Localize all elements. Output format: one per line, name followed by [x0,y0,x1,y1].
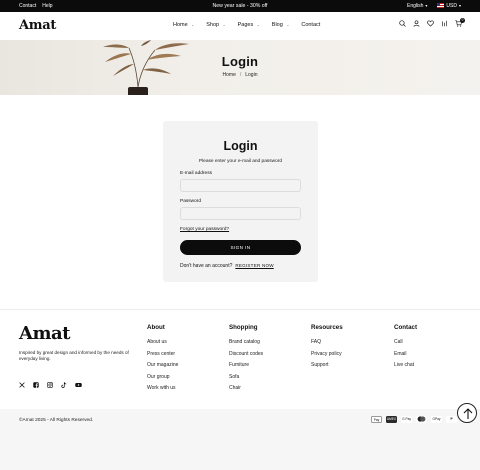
no-account-text: Don't have an account? [180,263,233,269]
nav-label: Blog [271,22,283,28]
top-bar: Contact Help New year sale - 30% off Eng… [0,0,480,12]
login-subtitle: Please enter your e-mail and password [198,159,283,164]
breadcrumb-current: Login [245,72,258,78]
footer-link[interactable]: Press center [147,351,178,363]
x-icon[interactable] [19,375,25,393]
footer-column-title: Shopping [229,324,258,331]
nav-item-pages[interactable]: Pages ⌄ [238,22,260,28]
login-card: Login Please enter your e-mail and passw… [163,121,318,282]
back-to-top-button[interactable] [457,403,477,423]
nav-label: Home [173,22,188,28]
nav-item-shop[interactable]: Shop ⌄ [206,22,225,28]
footer-column-resources: Resources FAQ Privacy policy Support [311,324,343,374]
sign-in-button[interactable]: SIGN IN [180,240,301,255]
nav-item-home[interactable]: Home ⌄ [173,22,194,28]
main-nav: Home ⌄ Shop ⌄ Pages ⌄ Blog ⌄ Contact [173,22,320,28]
cart-count-badge: 0 [460,18,465,23]
nav-label: Shop [206,22,220,28]
search-icon[interactable] [399,20,406,27]
footer-bottom-bar: ©Amat 2025 - All Rights Reserved. Pay AM… [0,409,480,470]
facebook-icon[interactable] [33,375,39,393]
login-title: Login [223,139,258,153]
header-icons: 0 [399,18,465,27]
forgot-password-link[interactable]: Forgot your password? [180,227,229,232]
footer-tagline: Inspired by great design and informed by… [19,350,129,362]
nav-label: Pages [237,22,254,28]
footer-link[interactable]: Furniture [229,362,263,374]
google-pay-icon: G Pay [401,416,413,423]
footer-link[interactable]: Our group [147,374,178,386]
breadcrumb: Home / Login [0,72,480,78]
chevron-down-icon: ⌄ [286,23,290,27]
footer-link[interactable]: Chair [229,385,263,397]
footer-link[interactable]: Brand catalog [229,339,263,351]
footer-column-about: About About us Press center Our magazine… [147,324,178,397]
currency-label: USD [446,3,457,9]
arrow-up-icon [463,408,473,419]
chevron-down-icon: ▾ [425,3,428,8]
nav-item-contact[interactable]: Contact [301,22,320,28]
chevron-down-icon: ⌄ [191,23,195,27]
cart-icon[interactable]: 0 [455,18,465,27]
footer-link[interactable]: Privacy policy [311,351,343,363]
instagram-icon[interactable] [47,375,53,393]
footer-link[interactable]: Support [311,362,343,374]
footer-link[interactable]: Live chat [394,362,417,374]
email-field[interactable] [180,179,301,192]
password-label: Password [180,199,202,204]
language-label: English [407,3,424,9]
footer-link[interactable]: Email [394,351,417,363]
us-flag-icon [437,3,445,8]
no-account-row: Don't have an account? REGISTER NOW [180,263,274,269]
footer-link[interactable]: Sofa [229,374,263,386]
amex-icon: AMEX [386,416,398,423]
footer-column-contact: Contact Call Email Live chat [394,324,417,374]
compare-icon[interactable] [441,20,448,27]
footer-link[interactable]: About us [147,339,178,351]
copyright-text: ©Amat 2025 - All Rights Reserved. [19,418,94,423]
password-field[interactable] [180,207,301,220]
breadcrumb-separator: / [239,72,242,78]
nav-label: Contact [301,22,321,28]
social-links [19,375,82,393]
site-logo[interactable]: Amat [19,18,56,33]
user-icon[interactable] [413,20,420,27]
register-link[interactable]: REGISTER NOW [235,263,273,268]
page-title: Login [221,54,259,69]
youtube-icon[interactable] [75,375,82,393]
mastercard-icon [416,416,428,423]
chevron-down-icon: ⌄ [222,23,226,27]
language-selector[interactable]: English ▾ [407,3,427,9]
footer-link[interactable]: Work with us [147,385,178,397]
locale-switchers: English ▾ USD ▾ [407,3,461,9]
chevron-down-icon: ⌄ [256,23,260,27]
apple-pay-icon: Pay [371,416,382,423]
footer-divider [0,309,480,310]
email-label: E-mail address [180,171,212,176]
gpay-icon: GPay [431,416,443,423]
tiktok-icon[interactable] [61,375,67,393]
heart-icon[interactable] [427,20,434,27]
page-banner: Login Home / Login [0,40,480,95]
footer-column-shopping: Shopping Brand catalog Discount codes Fu… [229,324,263,397]
footer-column-title: Resources [311,324,343,331]
paypal-icon: P [446,416,458,423]
footer-column-title: About [147,324,165,331]
footer-link[interactable]: Our magazine [147,362,178,374]
chevron-down-icon: ▾ [458,3,461,8]
footer-logo[interactable]: Amat [19,323,71,344]
footer-link[interactable]: Call [394,339,417,351]
breadcrumb-home[interactable]: Home [223,72,236,78]
footer-link[interactable]: FAQ [311,339,343,351]
nav-item-blog[interactable]: Blog ⌄ [272,22,290,28]
footer-link[interactable]: Discount codes [229,351,263,363]
footer-column-title: Contact [394,324,418,331]
currency-selector[interactable]: USD ▾ [437,3,461,9]
